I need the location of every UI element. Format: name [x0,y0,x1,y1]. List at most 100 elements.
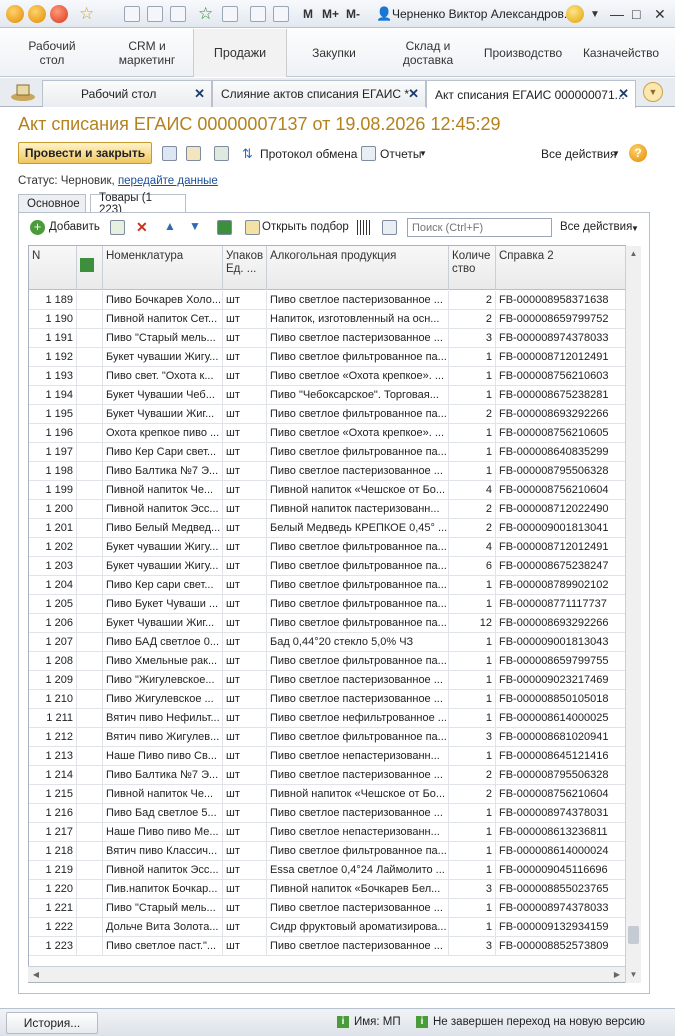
cell-n[interactable]: 1 210 [29,690,77,709]
cell-unit[interactable]: шт [223,785,267,804]
move-up-icon[interactable]: ▲ [164,219,176,233]
cell-certificate-2[interactable]: FB-000009023217469 [496,671,625,690]
cell-excel[interactable] [77,576,103,595]
cell-quantity[interactable]: 3 [449,728,496,747]
cell-excel[interactable] [77,348,103,367]
cell-unit[interactable]: шт [223,766,267,785]
cell-nomenclature[interactable]: Пиво "Жигулевское... [103,671,223,690]
table-row[interactable]: 1 219 Пивной напиток Эсс... шт Essa светлое… [29,861,625,880]
cell-nomenclature[interactable]: Вятич пиво Жигулев... [103,728,223,747]
all-actions-chevron-icon[interactable]: ▼ [612,149,620,158]
cell-nomenclature[interactable]: Охота крепкое пиво ... [103,424,223,443]
cell-nomenclature[interactable]: Вятич пиво Нефильт... [103,709,223,728]
cell-unit[interactable]: шт [223,519,267,538]
table-row[interactable]: 1 197 Пиво Кер Сари свет... шт Пиво светлое… [29,443,625,462]
cell-quantity[interactable]: 1 [449,348,496,367]
cell-certificate-2[interactable]: FB-000009001813041 [496,519,625,538]
cell-n[interactable]: 1 205 [29,595,77,614]
table-settings-icon[interactable] [382,220,397,235]
main-menu-icon[interactable] [28,5,46,23]
cell-n[interactable]: 1 213 [29,747,77,766]
cell-quantity[interactable]: 3 [449,329,496,348]
cell-n[interactable]: 1 204 [29,576,77,595]
copy-row-icon[interactable] [110,220,125,235]
table-row[interactable]: 1 214 Пиво Балтика №7 Э... шт Пиво светлое … [29,766,625,785]
cell-excel[interactable] [77,842,103,861]
table-row[interactable]: 1 220 Пив.напиток Бочкар... шт Пивной напит… [29,880,625,899]
vertical-scrollbar[interactable]: ▲ ▼ [625,246,641,983]
cell-unit[interactable]: шт [223,405,267,424]
cell-certificate-2[interactable]: FB-000008640835299 [496,443,625,462]
cell-nomenclature[interactable]: Пиво Букет Чуваши ... [103,595,223,614]
cell-n[interactable]: 1 194 [29,386,77,405]
cell-excel[interactable] [77,690,103,709]
cell-certificate-2[interactable]: FB-000008712012491 [496,538,625,557]
close-tab-icon[interactable]: ✕ [408,86,419,102]
cell-certificate-2[interactable]: FB-000008659799752 [496,310,625,329]
cell-unit[interactable]: шт [223,671,267,690]
table-row[interactable]: 1 205 Пиво Букет Чуваши ... шт Пиво светлое… [29,595,625,614]
cell-excel[interactable] [77,291,103,310]
cell-nomenclature[interactable]: Наше Пиво пиво Св... [103,747,223,766]
cell-unit[interactable]: шт [223,747,267,766]
close-icon[interactable]: ✕ [654,6,666,23]
minimize-icon[interactable]: — [610,6,624,22]
table-row[interactable]: 1 209 Пиво "Жигулевское... шт Пиво светлое … [29,671,625,690]
cell-alcohol-product[interactable]: Сидр фруктовый ароматизирова... [267,918,449,937]
cell-certificate-2[interactable]: FB-000008614000025 [496,709,625,728]
cell-excel[interactable] [77,405,103,424]
section-purchases[interactable]: Закупки [296,29,372,77]
cell-quantity[interactable]: 1 [449,576,496,595]
cell-unit[interactable]: шт [223,709,267,728]
cell-unit[interactable]: шт [223,633,267,652]
scroll-down-icon[interactable]: ▼ [626,967,641,983]
cell-alcohol-product[interactable]: Пиво светлое пастеризованное ... [267,291,449,310]
cell-alcohol-product[interactable]: Пиво светлое пастеризованное ... [267,899,449,918]
cell-n[interactable]: 1 199 [29,481,77,500]
table-row[interactable]: 1 202 Букет чувашии Жигу... шт Пиво светлое… [29,538,625,557]
cell-alcohol-product[interactable]: Пиво светлое фильтрованное па... [267,538,449,557]
cell-excel[interactable] [77,633,103,652]
cell-unit[interactable]: шт [223,462,267,481]
table-row[interactable]: 1 203 Букет чувашии Жигу... шт Пиво светлое… [29,557,625,576]
favorites-star-icon[interactable]: ☆ [79,4,94,24]
cell-quantity[interactable]: 2 [449,519,496,538]
cell-n[interactable]: 1 191 [29,329,77,348]
protocol-button[interactable]: Протокол обмена [260,147,357,161]
cell-nomenclature[interactable]: Пивной напиток Эсс... [103,861,223,880]
cell-certificate-2[interactable]: FB-000008974378033 [496,899,625,918]
cell-n[interactable]: 1 195 [29,405,77,424]
cell-alcohol-product[interactable]: Пиво светлое фильтрованное па... [267,595,449,614]
cell-certificate-2[interactable]: FB-000008675238247 [496,557,625,576]
tab-desktop[interactable]: Рабочий стол ✕ [42,80,212,107]
cell-nomenclature[interactable]: Наше Пиво пиво Ме... [103,823,223,842]
cell-unit[interactable]: шт [223,443,267,462]
cell-quantity[interactable]: 1 [449,899,496,918]
cell-nomenclature[interactable]: Букет чувашии Жигу... [103,557,223,576]
table-row[interactable]: 1 221 Пиво "Старый мель... шт Пиво светлое … [29,899,625,918]
tab-write-off-act[interactable]: Акт списания ЕГАИС 000000071... ✕ [426,80,636,108]
cell-nomenclature[interactable]: Пивной напиток Эсс... [103,500,223,519]
cell-excel[interactable] [77,595,103,614]
cell-unit[interactable]: шт [223,310,267,329]
table-row[interactable]: 1 206 Букет Чувашии Жиг... шт Пиво светлое … [29,614,625,633]
cell-quantity[interactable]: 1 [449,690,496,709]
cell-quantity[interactable]: 4 [449,538,496,557]
print-icon[interactable] [170,6,186,22]
home-icon[interactable] [10,82,36,102]
cell-certificate-2[interactable]: FB-000008958371638 [496,291,625,310]
column-alcohol-product[interactable]: Алкогольная продукция [267,246,449,290]
cell-n[interactable]: 1 222 [29,918,77,937]
cell-excel[interactable] [77,424,103,443]
cell-excel[interactable] [77,728,103,747]
history-button[interactable]: История... [6,1012,98,1034]
cell-nomenclature[interactable]: Пивной напиток Че... [103,481,223,500]
cell-unit[interactable]: шт [223,386,267,405]
cell-n[interactable]: 1 218 [29,842,77,861]
section-treasury[interactable]: Казначейство [576,29,666,77]
restore-icon[interactable]: □ [632,6,640,22]
open-selection-button[interactable]: Открыть подбор [262,221,349,233]
cell-certificate-2[interactable]: FB-000008712022490 [496,500,625,519]
cell-nomenclature[interactable]: Пиво Жигулевское ... [103,690,223,709]
cell-certificate-2[interactable]: FB-000008756210604 [496,785,625,804]
